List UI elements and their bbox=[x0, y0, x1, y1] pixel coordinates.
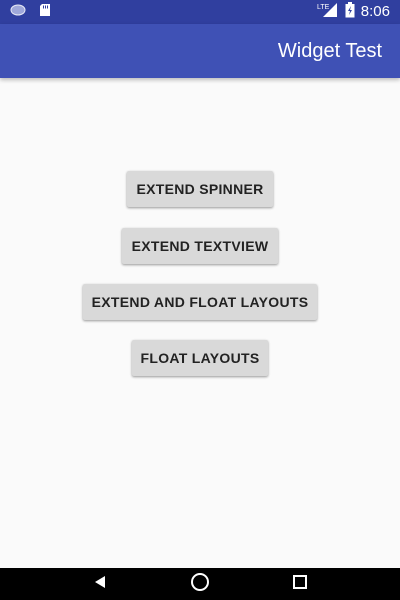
extend-spinner-button[interactable]: EXTEND SPINNER bbox=[127, 171, 273, 207]
status-bar: LTE 8:06 bbox=[0, 0, 400, 24]
navigation-bar bbox=[0, 568, 400, 600]
status-time: 8:06 bbox=[360, 3, 390, 20]
battery-icon bbox=[345, 1, 355, 23]
notification-icon bbox=[10, 3, 26, 21]
home-icon bbox=[190, 572, 210, 597]
sd-card-icon bbox=[38, 3, 52, 22]
network-label: LTE bbox=[317, 4, 330, 11]
app-bar: Widget Test bbox=[0, 24, 400, 78]
float-layouts-button[interactable]: FLOAT LAYOUTS bbox=[132, 340, 268, 376]
home-button[interactable] bbox=[180, 568, 220, 600]
back-button[interactable] bbox=[80, 568, 120, 600]
status-right-icons: LTE 8:06 bbox=[317, 0, 390, 24]
main-content: EXTEND SPINNER EXTEND TEXTVIEW EXTEND AN… bbox=[0, 78, 400, 568]
back-icon bbox=[93, 575, 107, 594]
signal-icon: LTE bbox=[317, 2, 339, 23]
extend-and-float-layouts-button[interactable]: EXTEND AND FLOAT LAYOUTS bbox=[83, 284, 317, 320]
app-title: Widget Test bbox=[277, 40, 382, 62]
extend-textview-button[interactable]: EXTEND TEXTVIEW bbox=[122, 228, 278, 264]
status-left-icons bbox=[10, 3, 52, 22]
recents-button[interactable] bbox=[280, 568, 320, 600]
recents-icon bbox=[293, 574, 307, 594]
